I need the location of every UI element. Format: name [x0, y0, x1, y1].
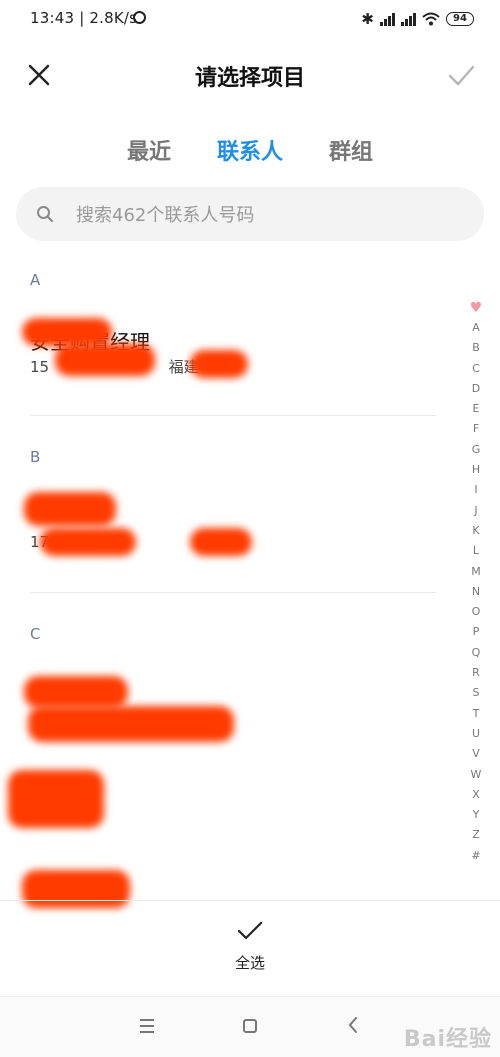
index-letter[interactable]: L	[473, 541, 479, 561]
index-letter[interactable]: Z	[472, 825, 480, 845]
check-icon	[448, 65, 475, 86]
index-letter[interactable]: K	[472, 521, 479, 541]
index-letter[interactable]: D	[472, 379, 480, 399]
index-letter[interactable]: X	[472, 785, 480, 805]
index-letter[interactable]: H	[472, 460, 480, 480]
divider	[30, 415, 436, 416]
index-letter[interactable]: E	[473, 399, 480, 419]
section-header-a: A	[30, 271, 41, 289]
tab-contacts[interactable]: 联系人	[217, 134, 283, 166]
home-icon[interactable]	[243, 1019, 257, 1033]
index-letter[interactable]: F	[473, 419, 479, 439]
search-input[interactable]	[74, 197, 468, 233]
index-letter[interactable]: U	[472, 724, 480, 744]
index-letter[interactable]: O	[472, 602, 481, 622]
index-letter[interactable]: Y	[473, 805, 480, 825]
signal-icon-2	[401, 12, 416, 26]
index-letter[interactable]: R	[472, 663, 480, 683]
index-letter[interactable]: Q	[472, 643, 481, 663]
bluetooth-icon: ✱	[361, 10, 374, 28]
watermark: Bai经验	[403, 1027, 492, 1052]
index-letter[interactable]: M	[471, 562, 481, 582]
redaction-mark	[190, 528, 252, 556]
redaction-mark	[8, 770, 104, 828]
contact-phone: 15	[30, 358, 50, 376]
redaction-mark	[22, 870, 130, 908]
redaction-mark	[24, 492, 116, 526]
redaction-mark	[190, 350, 248, 378]
index-letter[interactable]: #	[471, 846, 480, 866]
tab-bar: 最近 联系人 群组	[0, 134, 500, 166]
index-letter[interactable]: S	[473, 683, 480, 703]
favorites-heart-icon[interactable]: ♥	[470, 300, 483, 316]
status-icons: ✱ 94	[361, 10, 474, 28]
check-icon	[237, 921, 263, 940]
page-title: 请选择项目	[194, 66, 305, 91]
alphabet-index[interactable]: ♥ A B C D E F G H I J K L M N O P Q R S T U V W X Y Z #	[468, 300, 484, 866]
system-nav-bar: Bai经验	[0, 996, 500, 1057]
index-letter[interactable]: V	[472, 744, 480, 764]
redaction-mark	[28, 706, 234, 742]
signal-icon	[380, 12, 395, 26]
alarm-icon	[133, 11, 146, 24]
tab-recent[interactable]: 最近	[127, 134, 171, 166]
status-time: 13:43 | 2.8K/s	[30, 9, 138, 27]
index-letter[interactable]: I	[474, 480, 477, 500]
select-all-button[interactable]: 全选	[0, 920, 500, 973]
divider	[30, 592, 436, 593]
index-letter[interactable]: C	[472, 359, 480, 379]
index-letter[interactable]: B	[472, 338, 480, 358]
search-bar[interactable]	[16, 187, 484, 241]
wifi-icon	[422, 12, 440, 26]
index-letter[interactable]: N	[472, 582, 480, 602]
section-header-b: B	[30, 448, 41, 466]
menu-icon[interactable]	[140, 1019, 154, 1037]
index-letter[interactable]: T	[473, 704, 480, 724]
select-all-label: 全选	[234, 954, 265, 972]
redaction-mark	[22, 318, 112, 346]
battery-indicator: 94	[446, 12, 474, 26]
back-icon[interactable]	[346, 1015, 360, 1039]
section-header-c: C	[30, 625, 41, 643]
confirm-button[interactable]	[446, 60, 476, 90]
index-letter[interactable]: W	[471, 765, 482, 785]
status-bar: 13:43 | 2.8K/s ✱ 94	[0, 0, 500, 40]
divider	[0, 900, 500, 901]
redaction-mark	[40, 528, 136, 556]
index-letter[interactable]: P	[473, 622, 480, 642]
redaction-mark	[55, 344, 155, 376]
search-icon	[37, 206, 53, 222]
index-letter[interactable]: J	[474, 501, 477, 521]
redaction-mark	[24, 676, 128, 708]
index-letter[interactable]: A	[472, 318, 480, 338]
index-letter[interactable]: G	[472, 440, 481, 460]
tab-groups[interactable]: 群组	[329, 134, 373, 166]
